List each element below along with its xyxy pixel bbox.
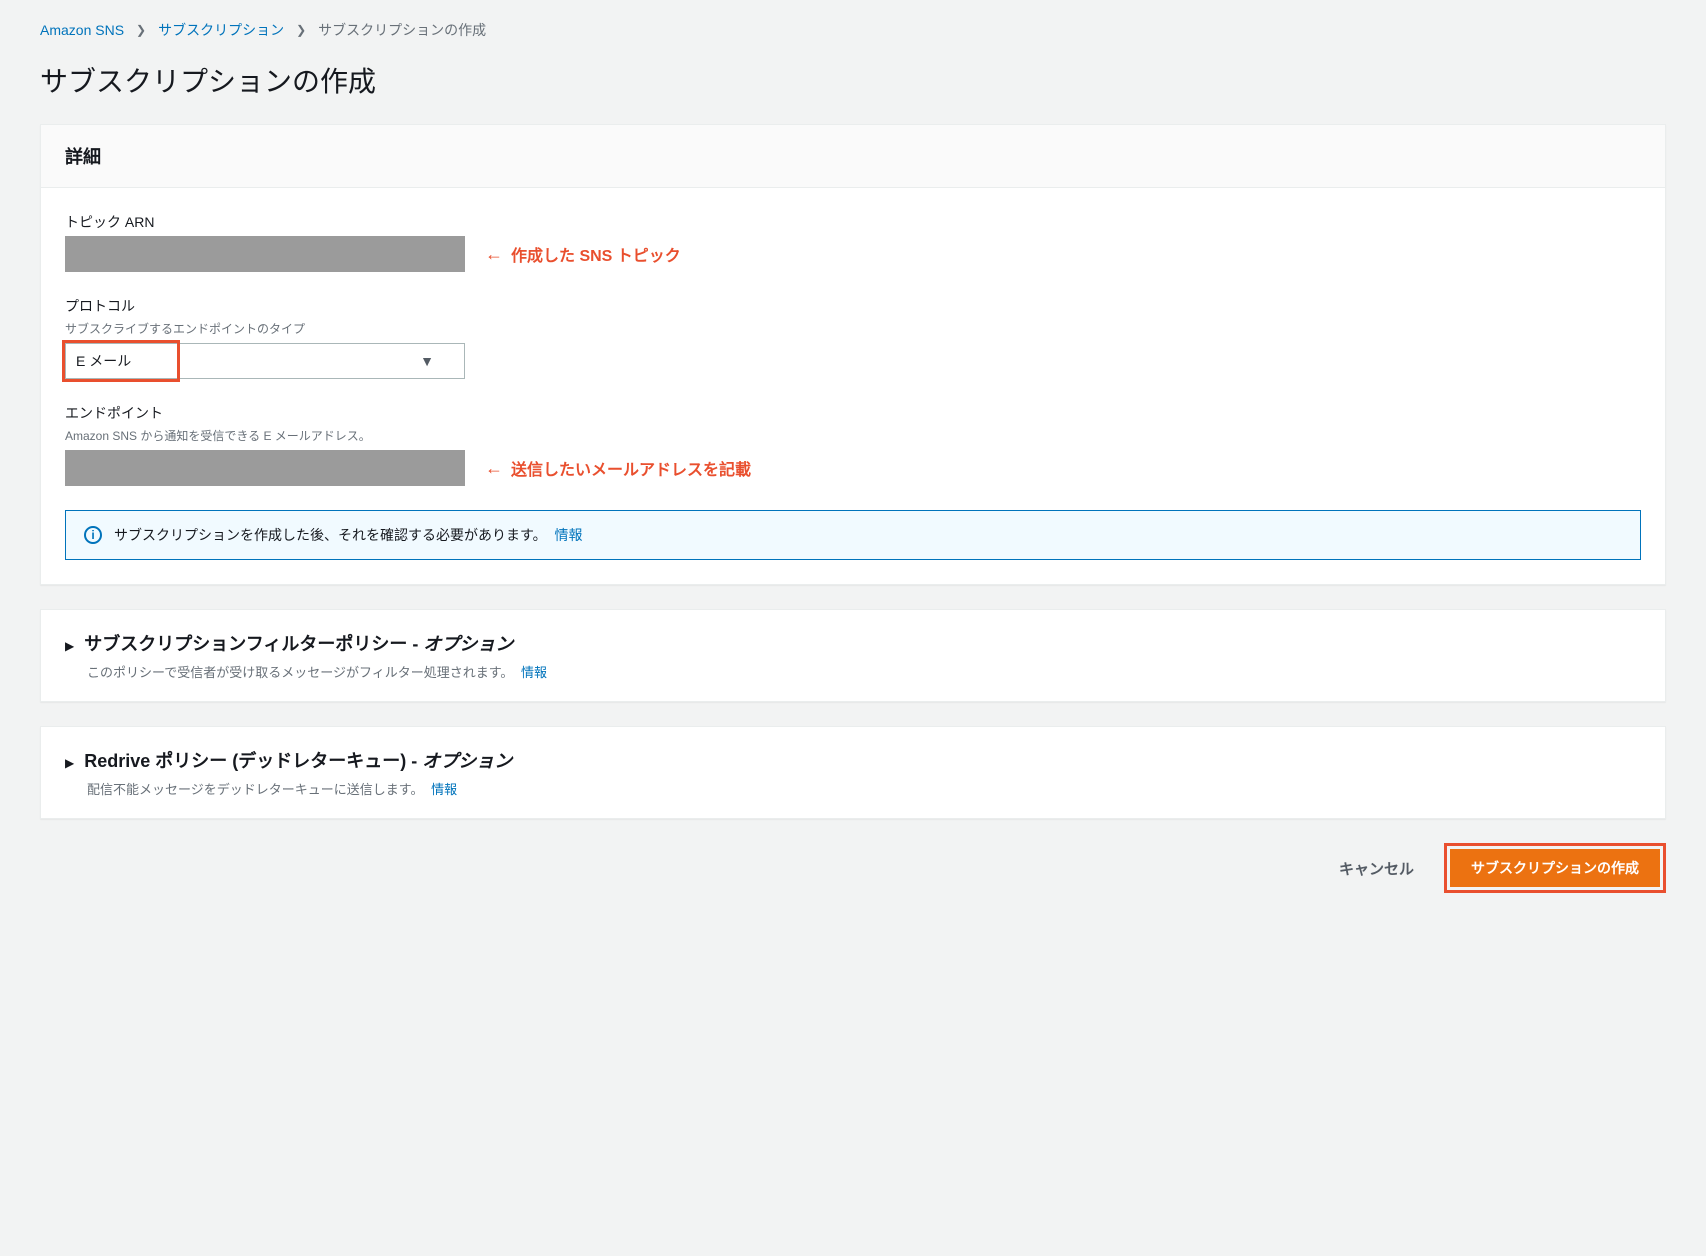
footer-actions: キャンセル サブスクリプションの作成 [40,843,1666,893]
detail-panel-title: 詳細 [65,143,1641,169]
filter-policy-header[interactable]: ▶ サブスクリプションフィルターポリシー - オプション [65,630,1641,656]
endpoint-input[interactable] [65,450,465,486]
redrive-policy-title: Redrive ポリシー (デッドレターキュー) - [84,751,422,771]
filter-policy-desc: このポリシーで受信者が受け取るメッセージがフィルター処理されます。 [87,665,513,680]
filter-policy-panel: ▶ サブスクリプションフィルターポリシー - オプション このポリシーで受信者が… [40,609,1666,702]
caret-right-icon: ▶ [65,756,74,770]
breadcrumb: Amazon SNS ❯ サブスクリプション ❯ サブスクリプションの作成 [40,20,1666,40]
breadcrumb-subscriptions-link[interactable]: サブスクリプション [158,20,284,40]
endpoint-field: エンドポイント Amazon SNS から通知を受信できる E メールアドレス。… [65,403,1641,486]
topic-arn-input[interactable] [65,236,465,272]
redrive-policy-info-link[interactable]: 情報 [431,782,457,797]
filter-policy-info-link[interactable]: 情報 [521,665,547,680]
topic-arn-annotation-text: 作成した SNS トピック [511,242,681,266]
redrive-policy-title-em: オプション [422,751,512,771]
redrive-policy-panel: ▶ Redrive ポリシー (デッドレターキュー) - オプション 配信不能メ… [40,726,1666,819]
topic-arn-annotation: ← 作成した SNS トピック [485,242,681,266]
info-text: サブスクリプションを作成した後、それを確認する必要があります。 [114,527,547,543]
arrow-left-icon: ← [485,244,503,265]
topic-arn-label: トピック ARN [65,212,1641,232]
protocol-select[interactable]: E メール ▼ [65,343,465,379]
filter-policy-title: サブスクリプションフィルターポリシー - [84,634,423,654]
endpoint-help: Amazon SNS から通知を受信できる E メールアドレス。 [65,427,1641,444]
detail-panel: 詳細 トピック ARN ← 作成した SNS トピック プロトコル サブスクライ… [40,124,1666,585]
detail-panel-header: 詳細 [41,125,1665,188]
caret-right-icon: ▶ [65,639,74,653]
protocol-field: プロトコル サブスクライブするエンドポイントのタイプ E メール ▼ [65,296,1641,379]
arrow-left-icon: ← [485,458,503,479]
protocol-help: サブスクライブするエンドポイントのタイプ [65,320,1641,337]
redrive-policy-desc: 配信不能メッセージをデッドレターキューに送信します。 [87,782,423,797]
endpoint-annotation-text: 送信したいメールアドレスを記載 [511,456,751,480]
create-subscription-button[interactable]: サブスクリプションの作成 [1450,849,1660,887]
cancel-button[interactable]: キャンセル [1327,850,1426,887]
info-icon: i [84,526,102,544]
filter-policy-title-em: オプション [423,634,513,654]
redrive-policy-header[interactable]: ▶ Redrive ポリシー (デッドレターキュー) - オプション [65,747,1641,773]
info-box: i サブスクリプションを作成した後、それを確認する必要があります。 情報 [65,510,1641,560]
breadcrumb-root-link[interactable]: Amazon SNS [40,22,124,38]
info-link[interactable]: 情報 [555,527,583,543]
chevron-right-icon: ❯ [136,23,146,37]
endpoint-label: エンドポイント [65,403,1641,423]
submit-highlight-box: サブスクリプションの作成 [1444,843,1666,893]
protocol-select-value: E メール [76,351,131,371]
chevron-down-icon: ▼ [420,353,434,369]
protocol-label: プロトコル [65,296,1641,316]
endpoint-annotation: ← 送信したいメールアドレスを記載 [485,456,751,480]
breadcrumb-current: サブスクリプションの作成 [318,20,486,40]
chevron-right-icon: ❯ [296,23,306,37]
topic-arn-field: トピック ARN ← 作成した SNS トピック [65,212,1641,272]
page-title: サブスクリプションの作成 [40,60,1666,100]
